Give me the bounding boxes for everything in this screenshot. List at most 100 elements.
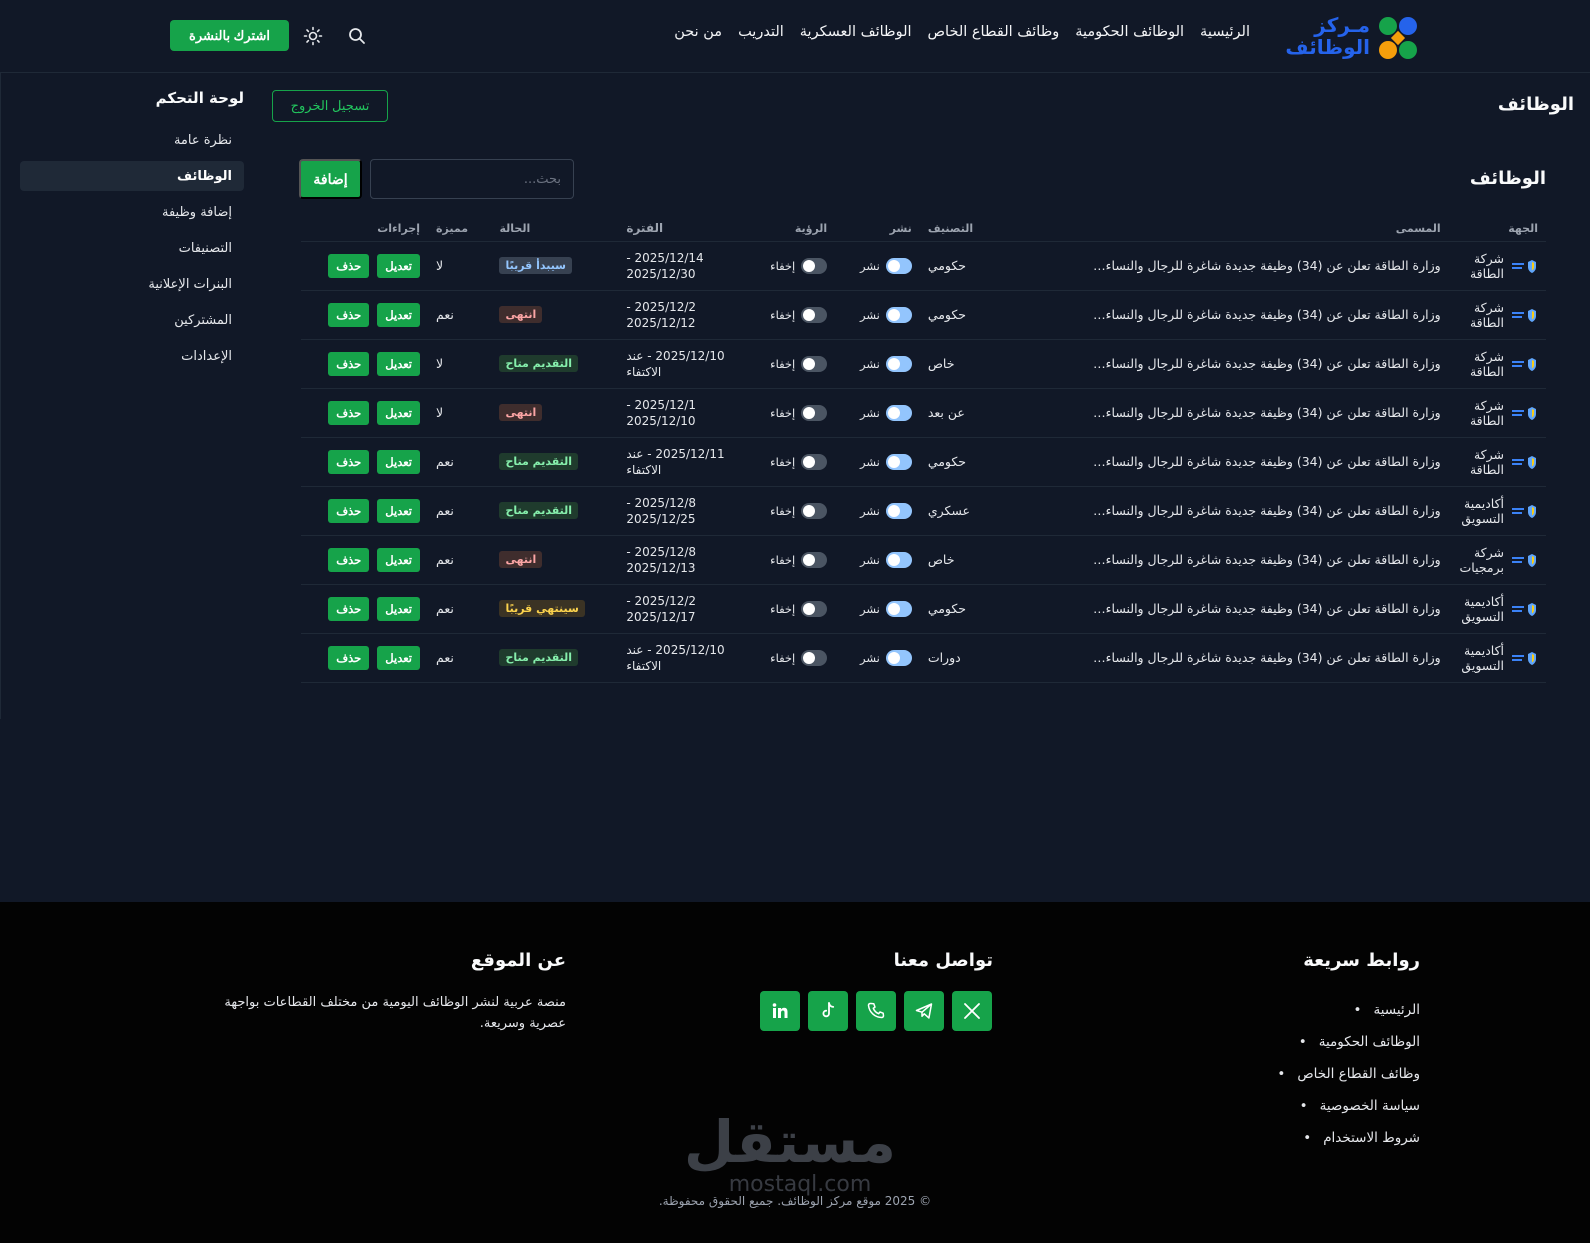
cell-actions: تعديل حذف <box>301 437 428 487</box>
edit-button[interactable]: تعديل <box>377 351 420 376</box>
col-entity: الجهة <box>1448 216 1546 242</box>
entity: شركة الطاقة <box>1457 349 1538 379</box>
edit-button[interactable]: تعديل <box>377 547 420 572</box>
cell-title[interactable]: وزارة الطاقة تعلن عن (34) وظيفة جديدة شا… <box>1025 437 1449 487</box>
search-icon[interactable] <box>347 26 367 46</box>
delete-button[interactable]: حذف <box>328 498 370 523</box>
site-logo[interactable]: مـركز الوظائف <box>1285 12 1422 62</box>
sidebar-item-subscribers[interactable]: المشتركين <box>20 305 244 335</box>
x-icon[interactable] <box>952 991 992 1031</box>
sidebar-item-jobs[interactable]: الوظائف <box>20 161 244 191</box>
cell-visibility: إخفاء <box>745 437 836 487</box>
publish-toggle[interactable] <box>885 453 912 470</box>
edit-button[interactable]: تعديل <box>377 498 420 523</box>
visibility-toggle[interactable] <box>801 306 828 323</box>
sidebar-item-settings[interactable]: الإعدادات <box>20 341 244 371</box>
edit-button[interactable]: تعديل <box>377 596 420 621</box>
delete-button[interactable]: حذف <box>328 400 370 425</box>
nav-private-jobs[interactable]: وظائف القطاع الخاص <box>928 24 1060 40</box>
cell-entity: شركة الطاقة <box>1448 437 1546 487</box>
cell-actions: تعديل حذف <box>301 584 428 634</box>
cell-title[interactable]: وزارة الطاقة تعلن عن (34) وظيفة جديدة شا… <box>1025 388 1449 438</box>
cell-visibility: إخفاء <box>745 486 836 536</box>
publish-toggle[interactable] <box>885 502 912 519</box>
publish-toggle[interactable] <box>885 355 912 372</box>
delete-button[interactable]: حذف <box>328 302 370 327</box>
publish-toggle[interactable] <box>885 306 912 323</box>
entity-name: شركة الطاقة <box>1469 250 1504 281</box>
copyright-text: © 2025 موقع مركز الوظائف. جميع الحقوق مح… <box>658 1194 932 1208</box>
cell-category: خاص <box>919 535 1026 585</box>
status-badge: سيبدأ قريبًا <box>499 257 573 274</box>
publish-toggle[interactable] <box>885 600 912 617</box>
footer-link-private-jobs[interactable]: وظائف القطاع الخاص <box>1277 1058 1420 1090</box>
cell-visibility: إخفاء <box>745 535 836 585</box>
delete-button[interactable]: حذف <box>328 547 370 572</box>
publish-toggle[interactable] <box>885 551 912 568</box>
visibility-toggle[interactable] <box>801 257 828 274</box>
phone-icon[interactable] <box>856 991 896 1031</box>
cell-category: حكومي <box>919 290 1026 340</box>
cell-title[interactable]: وزارة الطاقة تعلن عن (34) وظيفة جديدة شا… <box>1025 339 1449 389</box>
visibility-toggle[interactable] <box>801 502 828 519</box>
search-input[interactable] <box>370 159 574 199</box>
edit-button[interactable]: تعديل <box>377 302 420 327</box>
edit-button[interactable]: تعديل <box>377 400 420 425</box>
edit-button[interactable]: تعديل <box>377 645 420 670</box>
edit-button[interactable]: تعديل <box>377 253 420 278</box>
tiktok-icon[interactable] <box>808 991 848 1031</box>
footer-link-privacy[interactable]: سياسة الخصوصية <box>1277 1090 1420 1122</box>
cell-title[interactable]: وزارة الطاقة تعلن عن (34) وظيفة جديدة شا… <box>1025 535 1449 585</box>
publish-label: نشر <box>860 356 880 371</box>
sidebar-item-overview[interactable]: نظرة عامة <box>20 125 244 155</box>
publish-toggle[interactable] <box>885 404 912 421</box>
logout-button[interactable]: تسجيل الخروج <box>272 90 388 122</box>
visibility-toggle[interactable] <box>801 649 828 666</box>
cell-publish: نشر <box>835 388 920 438</box>
visibility-toggle[interactable] <box>801 600 828 617</box>
cell-title[interactable]: وزارة الطاقة تعلن عن (34) وظيفة جديدة شا… <box>1025 584 1449 634</box>
nav-about[interactable]: من نحن <box>674 24 722 40</box>
cell-publish: نشر <box>835 241 920 291</box>
nav-government-jobs[interactable]: الوظائف الحكومية <box>1075 24 1184 40</box>
visibility-toggle[interactable] <box>801 355 828 372</box>
visibility-toggle[interactable] <box>801 551 828 568</box>
sidebar-item-banners[interactable]: البنرات الإعلانية <box>20 269 244 299</box>
delete-button[interactable]: حذف <box>328 645 370 670</box>
sidebar-item-add-job[interactable]: إضافة وظيفة <box>20 197 244 227</box>
publish-toggle[interactable] <box>885 649 912 666</box>
subscribe-button[interactable]: اشترك بالنشرة <box>170 20 289 51</box>
entity: شركة الطاقة <box>1457 447 1538 477</box>
entity: أكاديمية التسويق <box>1457 643 1538 673</box>
nav-training[interactable]: التدريب <box>738 24 784 40</box>
nav-military-jobs[interactable]: الوظائف العسكرية <box>800 24 912 40</box>
visibility-toggle[interactable] <box>801 404 828 421</box>
cell-actions: تعديل حذف <box>301 388 428 438</box>
edit-button[interactable]: تعديل <box>377 449 420 474</box>
telegram-icon[interactable] <box>904 991 944 1031</box>
cell-title[interactable]: وزارة الطاقة تعلن عن (34) وظيفة جديدة شا… <box>1025 290 1449 340</box>
visibility-label: إخفاء <box>770 405 796 420</box>
publish-label: نشر <box>860 601 880 616</box>
cell-title[interactable]: وزارة الطاقة تعلن عن (34) وظيفة جديدة شا… <box>1025 241 1449 291</box>
footer-link-government-jobs[interactable]: الوظائف الحكومية <box>1277 1026 1420 1058</box>
delete-button[interactable]: حذف <box>328 596 370 621</box>
publish-toggle[interactable] <box>885 257 912 274</box>
status-badge: التقديم متاح <box>499 355 579 372</box>
visibility-toggle[interactable] <box>801 453 828 470</box>
delete-button[interactable]: حذف <box>328 449 370 474</box>
delete-button[interactable]: حذف <box>328 351 370 376</box>
sidebar-item-categories[interactable]: التصنيفات <box>20 233 244 263</box>
nav-home[interactable]: الرئيسية <box>1200 24 1250 40</box>
footer-link-home[interactable]: الرئيسية <box>1277 994 1421 1026</box>
cell-title[interactable]: وزارة الطاقة تعلن عن (34) وظيفة جديدة شا… <box>1025 486 1449 536</box>
footer-link-terms[interactable]: شروط الاستخدام <box>1277 1122 1420 1154</box>
delete-button[interactable]: حذف <box>328 253 370 278</box>
linkedin-icon[interactable] <box>760 991 800 1031</box>
entity-logo-icon <box>1512 504 1536 518</box>
status-badge: سينتهي قريبًا <box>499 600 585 617</box>
watermark-logo: مستقل <box>683 1108 896 1176</box>
cell-title[interactable]: وزارة الطاقة تعلن عن (34) وظيفة جديدة شا… <box>1025 633 1449 683</box>
sun-icon[interactable] <box>303 26 323 46</box>
add-job-button[interactable]: إضافة <box>299 159 362 199</box>
